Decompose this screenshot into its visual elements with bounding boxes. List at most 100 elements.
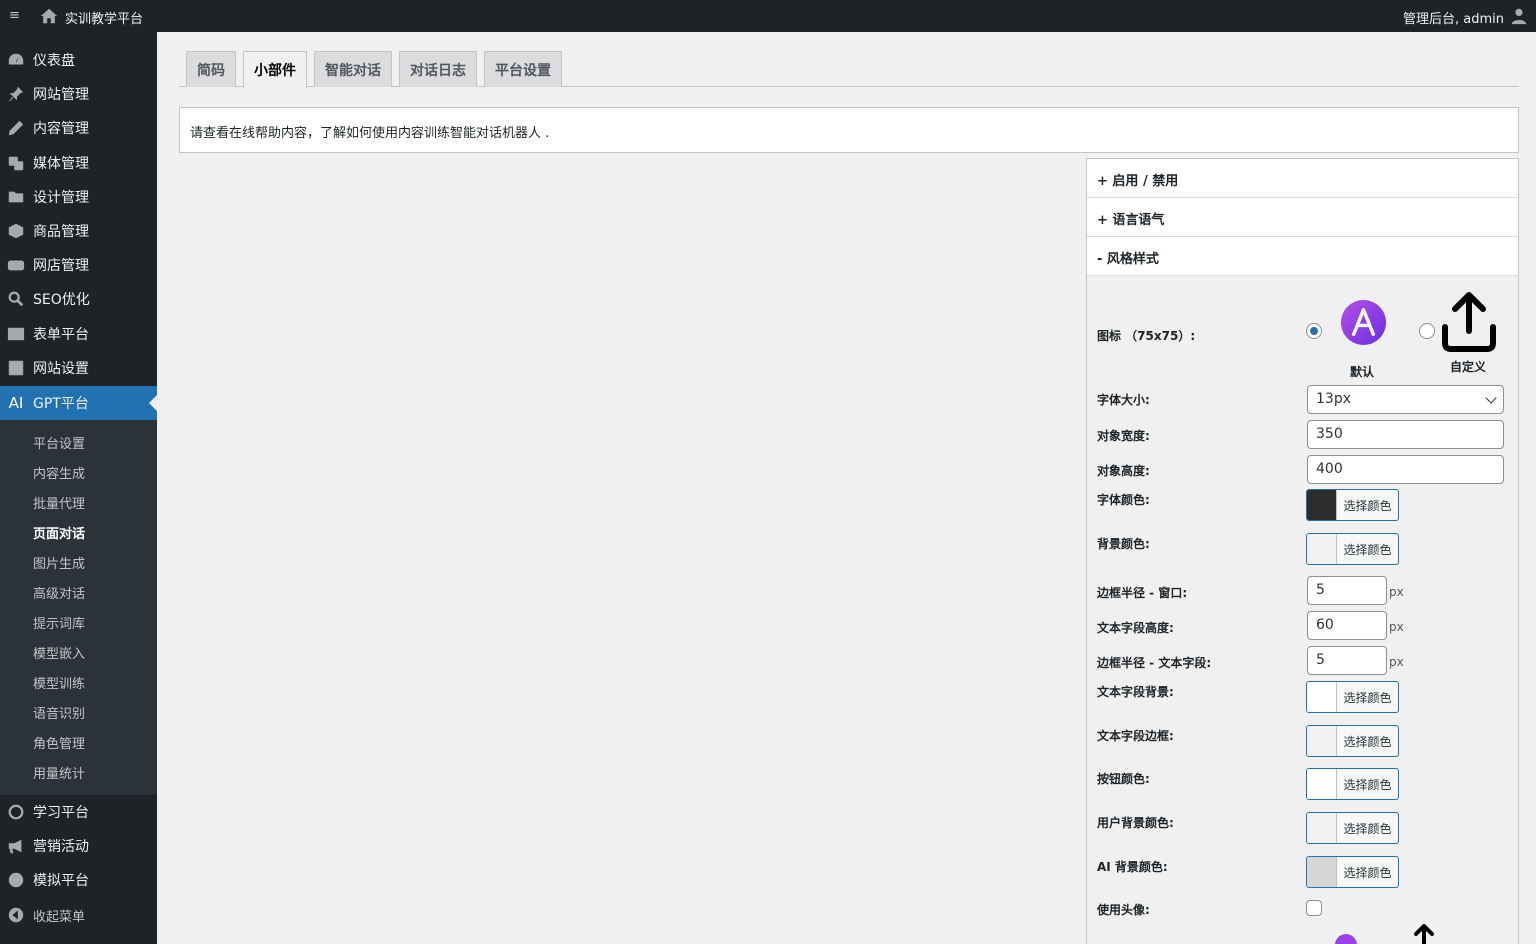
sidebar-item-media[interactable]: 媒体管理 xyxy=(0,146,157,180)
media-icon xyxy=(6,153,26,173)
sidebar-item-label: 表单平台 xyxy=(33,327,89,343)
sidebar-item-label: 媒体管理 xyxy=(33,156,89,172)
bg-color-picker[interactable]: 选择颜色 xyxy=(1306,533,1399,565)
user-bg-color-picker[interactable]: 选择颜色 xyxy=(1306,812,1399,844)
submenu-item[interactable]: 平台设置 xyxy=(33,433,85,452)
upload-icon[interactable] xyxy=(1440,291,1498,353)
text-border-label: 文本字段边框: xyxy=(1097,729,1174,743)
color-swatch xyxy=(1307,857,1337,887)
submenu-item[interactable]: 高级对话 xyxy=(33,583,85,602)
color-swatch xyxy=(1307,682,1337,712)
unit-label: px xyxy=(1389,655,1404,669)
user-avatar-icon[interactable] xyxy=(1510,7,1528,25)
submenu-item[interactable]: 提示词库 xyxy=(33,613,85,632)
megaphone-icon xyxy=(6,836,26,856)
sidebar-item-settings[interactable]: 网站设置 xyxy=(0,351,157,385)
tab-smart-chat[interactable]: 智能对话 xyxy=(314,51,392,87)
sidebar-item-label: 营销活动 xyxy=(33,839,89,855)
color-swatch xyxy=(1307,769,1337,799)
admin-sidebar: 仪表盘 网站管理 内容管理 媒体管理 设计管理 商品管理 网店管理 SEO优化 … xyxy=(0,32,157,944)
default-ai-logo-icon xyxy=(1340,299,1387,346)
text-border-color-picker[interactable]: 选择颜色 xyxy=(1306,725,1399,757)
sidebar-item-label: 收起菜单 xyxy=(33,909,86,925)
use-avatar-label: 使用头像: xyxy=(1097,903,1150,917)
height-input[interactable]: 400 xyxy=(1307,455,1504,484)
height-label: 对象高度: xyxy=(1097,464,1150,478)
sidebar-item-learn[interactable]: 学习平台 xyxy=(0,795,157,829)
sidebar-item-dashboard[interactable]: 仪表盘 xyxy=(0,43,157,77)
menu-toggle-icon[interactable]: ≡ xyxy=(9,8,20,23)
window-radius-input[interactable]: 5 xyxy=(1307,576,1387,605)
sidebar-item-site[interactable]: 网站管理 xyxy=(0,77,157,111)
accordion-language-tone[interactable]: + 语言语气 xyxy=(1087,198,1518,237)
sidebar-item-simulation[interactable]: 模拟平台 xyxy=(0,863,157,897)
sidebar-item-seo[interactable]: SEO优化 xyxy=(0,282,157,316)
sidebar-item-design[interactable]: 设计管理 xyxy=(0,180,157,214)
text-height-label: 文本字段高度: xyxy=(1097,621,1174,635)
tab-shortcode[interactable]: 简码 xyxy=(186,51,236,87)
sidebar-item-shop[interactable]: 网店管理 xyxy=(0,248,157,282)
account-link[interactable]: 管理后台, admin xyxy=(1403,8,1504,27)
tab-platform-settings[interactable]: 平台设置 xyxy=(484,51,562,87)
window-radius-label: 边框半径 - 窗口: xyxy=(1097,586,1188,600)
sidebar-item-forms[interactable]: 表单平台 xyxy=(0,317,157,351)
accordion-style[interactable]: - 风格样式 xyxy=(1087,237,1518,276)
default-icon-radio[interactable] xyxy=(1306,323,1322,339)
sidebar-item-label: 设计管理 xyxy=(33,190,89,206)
text-radius-input[interactable]: 5 xyxy=(1307,646,1387,675)
bg-color-label: 背景颜色: xyxy=(1097,537,1150,551)
help-notice: 请查看在线帮助内容，了解如何使用内容训练智能对话机器人 . xyxy=(179,107,1519,153)
collapse-icon xyxy=(6,905,26,925)
widget-settings-panel: + 启用 / 禁用 + 语言语气 - 风格样式 图标 （75x75）: 默认 自… xyxy=(1086,158,1519,944)
submenu-item[interactable]: 批量代理 xyxy=(33,493,85,512)
site-name-link[interactable]: 实训教学平台 xyxy=(65,8,143,27)
avatar-upload-icon[interactable] xyxy=(1410,923,1438,944)
ai-icon: AI xyxy=(8,394,24,412)
unit-label: px xyxy=(1389,620,1404,634)
font-size-label: 字体大小: xyxy=(1097,393,1150,407)
sidebar-item-marketing[interactable]: 营销活动 xyxy=(0,829,157,863)
sidebar-item-label: SEO优化 xyxy=(33,292,90,308)
submenu-item-current[interactable]: 页面对话 xyxy=(33,523,85,542)
form-icon xyxy=(6,324,26,344)
sidebar-item-products[interactable]: 商品管理 xyxy=(0,214,157,248)
font-size-select[interactable]: 13px xyxy=(1307,385,1504,414)
woo-icon xyxy=(6,255,26,275)
learn-icon xyxy=(6,802,26,822)
collapse-menu-button[interactable]: 收起菜单 xyxy=(0,898,157,932)
accordion-enable-disable[interactable]: + 启用 / 禁用 xyxy=(1087,159,1518,198)
box-icon xyxy=(6,221,26,241)
button-color-picker[interactable]: 选择颜色 xyxy=(1306,768,1399,800)
submenu-item[interactable]: 用量统计 xyxy=(33,763,85,782)
ai-bg-color-picker[interactable]: 选择颜色 xyxy=(1306,856,1399,888)
submenu-item[interactable]: 模型嵌入 xyxy=(33,643,85,662)
unit-label: px xyxy=(1389,585,1404,599)
font-color-picker[interactable]: 选择颜色 xyxy=(1306,489,1399,521)
pin-icon xyxy=(6,84,26,104)
search-icon xyxy=(6,289,26,309)
use-avatar-checkbox[interactable] xyxy=(1306,900,1322,916)
text-height-input[interactable]: 60 xyxy=(1307,611,1387,640)
tab-widget[interactable]: 小部件 xyxy=(243,51,307,88)
sidebar-item-content[interactable]: 内容管理 xyxy=(0,111,157,145)
gpt-submenu: 平台设置 内容生成 批量代理 页面对话 图片生成 高级对话 提示词库 模型嵌入 … xyxy=(0,420,157,795)
sidebar-item-label: 网站管理 xyxy=(33,87,89,103)
chevron-down-icon xyxy=(1485,392,1497,404)
user-bg-label: 用户背景颜色: xyxy=(1097,816,1174,830)
sidebar-item-label: 内容管理 xyxy=(33,121,89,137)
color-swatch xyxy=(1307,726,1337,756)
submenu-item[interactable]: 角色管理 xyxy=(33,733,85,752)
text-radius-label: 边框半径 - 文本字段: xyxy=(1097,656,1212,670)
admin-bar: ≡ 实训教学平台 管理后台, admin xyxy=(0,0,1536,32)
width-input[interactable]: 350 xyxy=(1307,420,1504,449)
custom-icon-radio[interactable] xyxy=(1419,323,1435,339)
submenu-item[interactable]: 模型训练 xyxy=(33,673,85,692)
tab-chat-logs[interactable]: 对话日志 xyxy=(399,51,477,87)
submenu-item[interactable]: 内容生成 xyxy=(33,463,85,482)
text-bg-color-picker[interactable]: 选择颜色 xyxy=(1306,681,1399,713)
folder-icon xyxy=(6,187,26,207)
submenu-item[interactable]: 图片生成 xyxy=(33,553,85,572)
home-icon[interactable] xyxy=(40,7,58,25)
sidebar-item-gpt[interactable]: AI GPT平台 xyxy=(0,386,157,420)
submenu-item[interactable]: 语音识别 xyxy=(33,703,85,722)
